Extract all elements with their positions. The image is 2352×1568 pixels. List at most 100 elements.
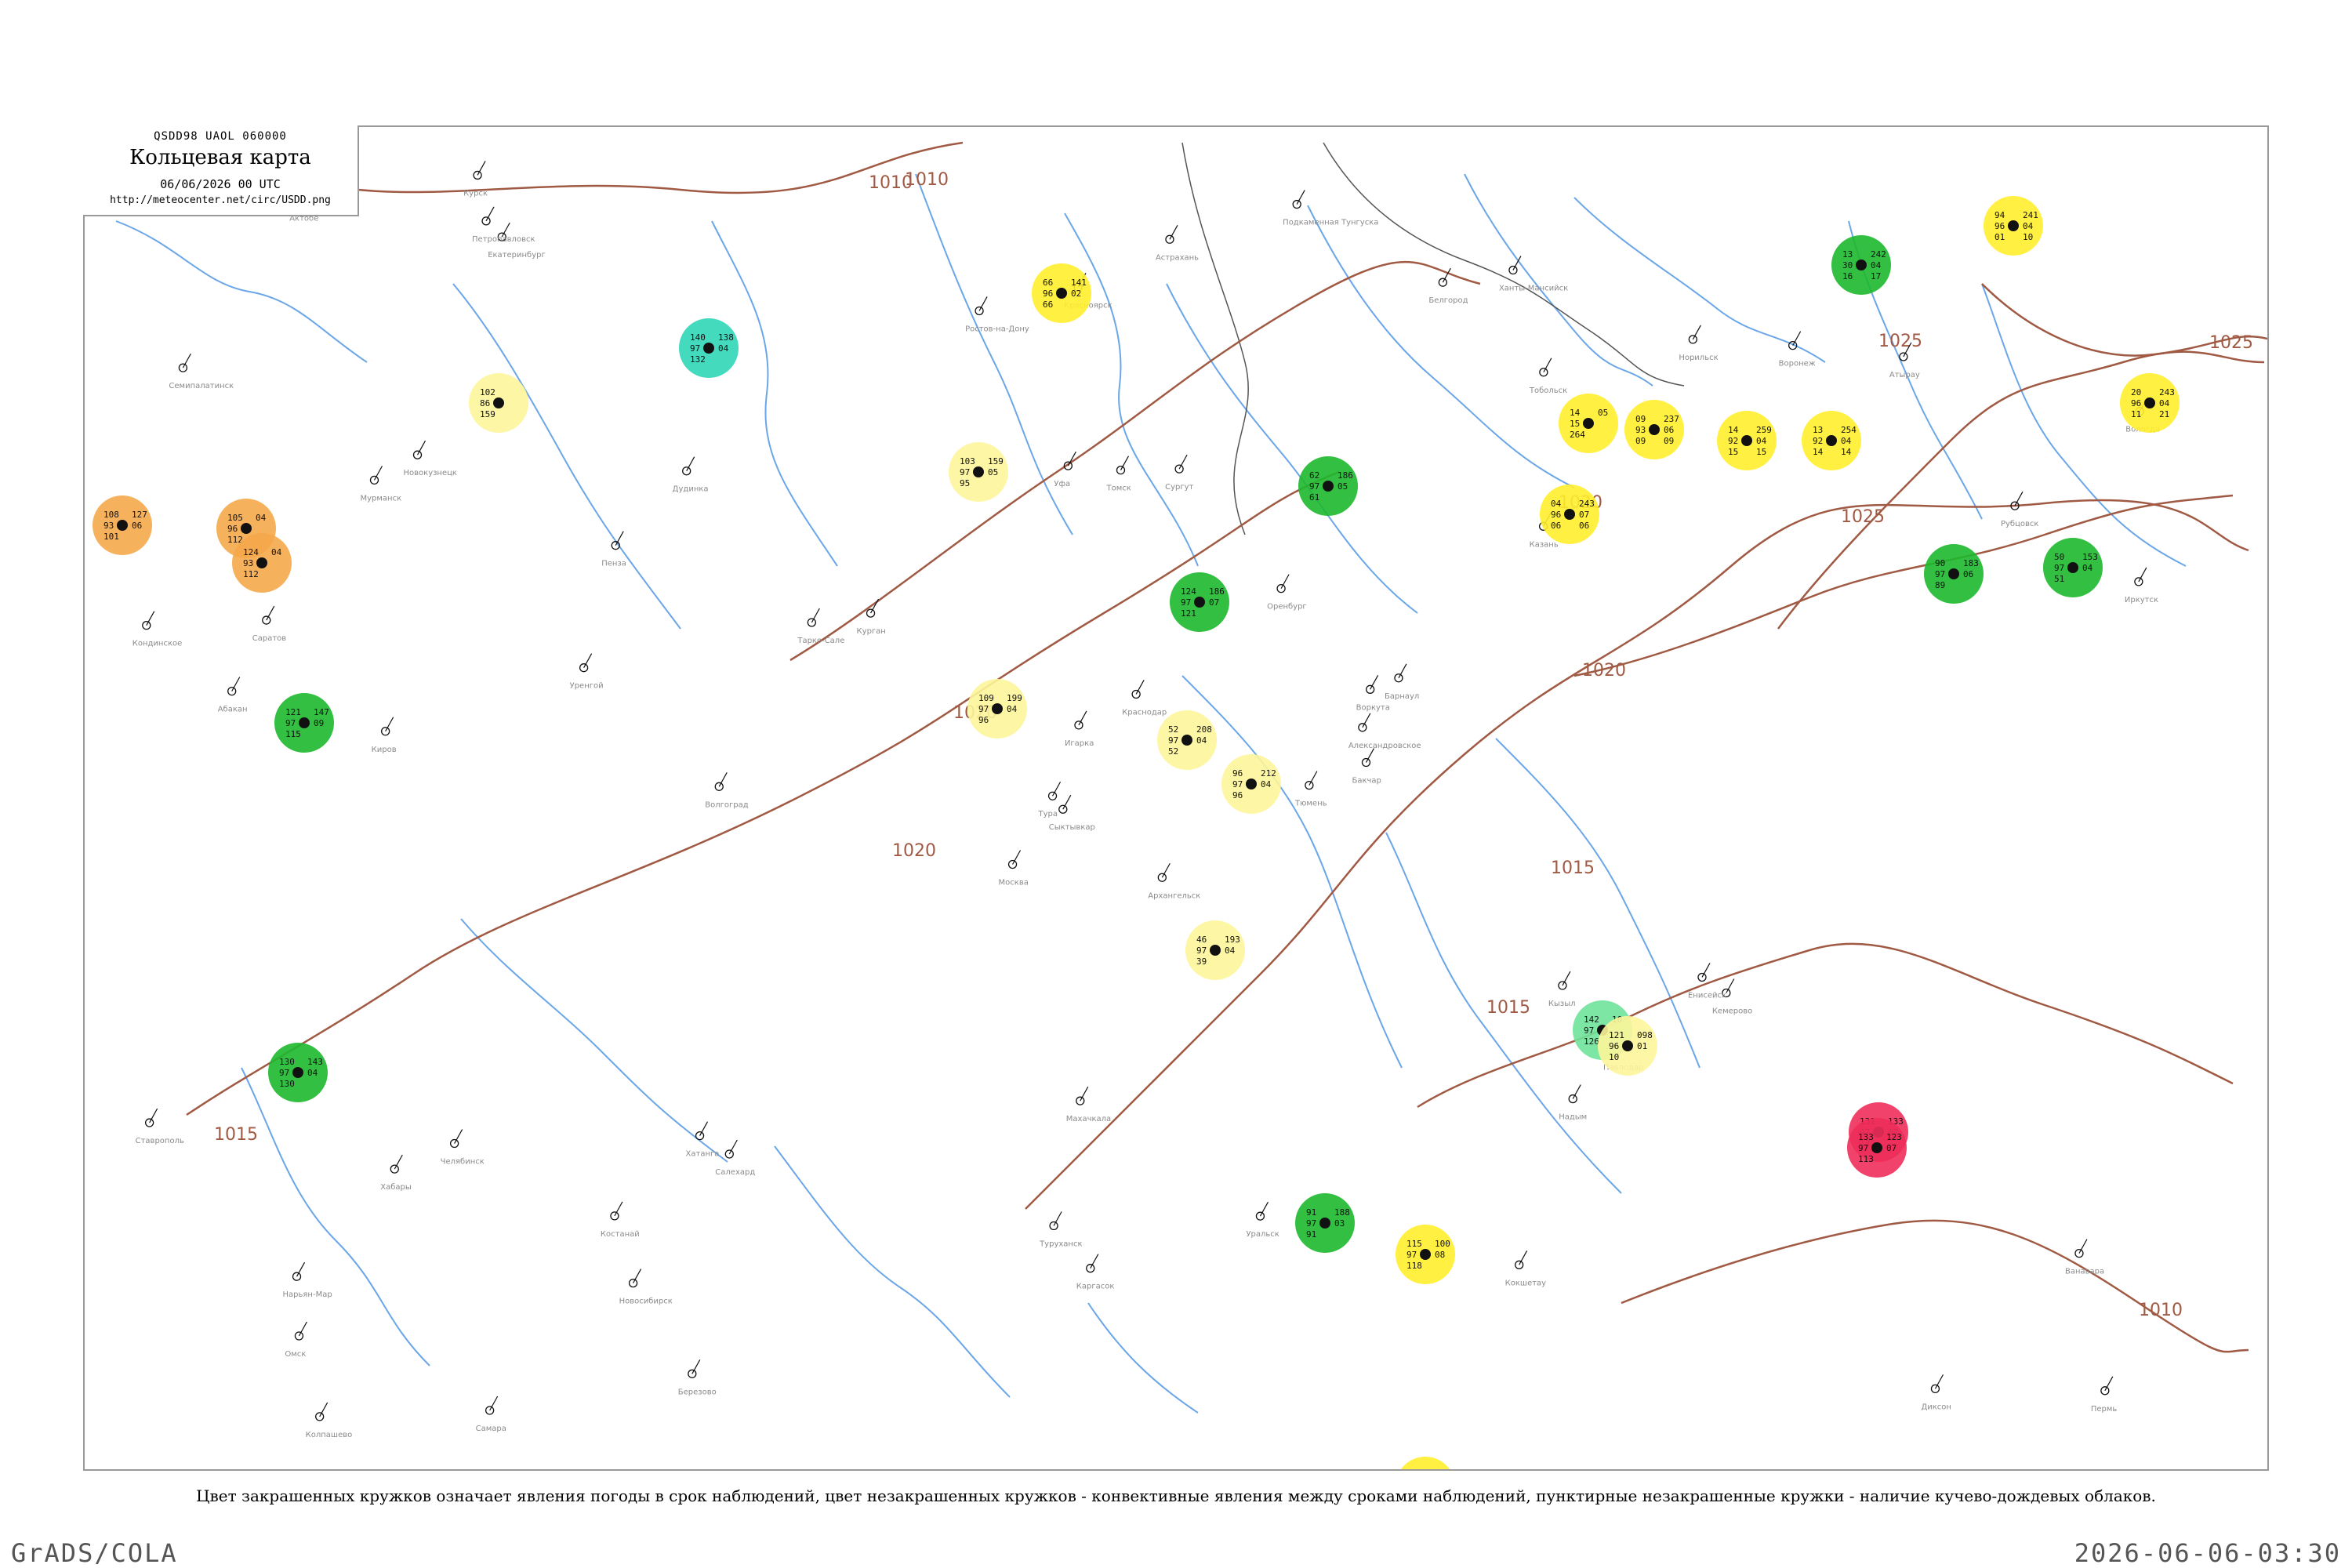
station-value: 159 — [988, 456, 1004, 466]
station-value: 183 — [1963, 558, 1979, 568]
station-value: 13 — [1813, 425, 1823, 435]
station-value: 95 — [960, 478, 970, 488]
station-marker[interactable]: 669666 14102 — [1032, 263, 1091, 323]
station-marker[interactable]: 949601 2410410 — [1984, 196, 2043, 256]
station-dot — [1564, 509, 1575, 520]
station-dot — [299, 717, 310, 728]
river — [452, 283, 681, 630]
station-value: 04 — [2082, 563, 2093, 573]
station-symbol — [1157, 873, 1167, 882]
station-dot — [292, 1067, 303, 1078]
station-name: Атырау — [1889, 371, 1920, 379]
station-marker[interactable]: 14097132 13804 — [679, 318, 739, 378]
station-symbol — [975, 306, 984, 316]
station-marker[interactable]: 1415264 05 — [1559, 394, 1618, 453]
wind-barb — [615, 531, 624, 546]
station-name: Бакчар — [1352, 777, 1381, 786]
station-marker[interactable]: 919791 18803 — [1295, 1193, 1355, 1253]
station-marker[interactable]: 13397113 12307 — [1847, 1118, 1907, 1178]
station-marker[interactable]: 209611 2430421 — [2120, 373, 2180, 433]
station-marker[interactable]: 909789 18306 — [1924, 544, 1984, 604]
river — [711, 220, 838, 567]
map-url[interactable]: http://meteocenter.net/circ/USDD.png — [83, 194, 358, 206]
station-name: Махачкала — [1066, 1115, 1111, 1123]
wind-barb — [583, 653, 593, 668]
station-marker[interactable]: 133016 2420417 — [1831, 235, 1891, 295]
station-marker[interactable]: 1392142540414 — [1802, 411, 1861, 470]
station-value: 97 — [1406, 1250, 1417, 1260]
station-marker[interactable]: 1492152590415 — [1717, 411, 1777, 470]
station-value: 02 — [1071, 289, 1081, 299]
footer-timestamp: 2026-06-06-03:30 — [2074, 1538, 2341, 1568]
station-marker[interactable]: 11597118 10008 — [1396, 1225, 1455, 1284]
station-marker[interactable]: 60976012902 — [1396, 1457, 1455, 1469]
wind-barb — [1161, 862, 1171, 878]
station-symbol — [142, 621, 151, 630]
station-value: 50 — [2054, 552, 2064, 562]
station-value: 04 — [1225, 946, 1236, 956]
station-value: 141 — [1071, 278, 1087, 288]
station-value: 94 — [1994, 210, 2005, 220]
wind-barb — [1398, 663, 1407, 679]
station-marker[interactable]: 12197115 14709 — [274, 693, 334, 753]
station-plot: Абакан — [218, 677, 248, 714]
station-plot: Новосибирск — [619, 1269, 673, 1306]
station-value: 01 — [1637, 1041, 1647, 1051]
station-name: Абакан — [218, 706, 248, 714]
isobar-label: 1020 — [1582, 661, 1626, 681]
station-marker[interactable]: 1039795 15905 — [949, 442, 1008, 502]
station-value: 186 — [1338, 470, 1353, 481]
station-value: 237 — [1664, 414, 1679, 424]
wind-barb — [1370, 675, 1379, 690]
station-name: Саратов — [252, 634, 287, 643]
station-value: 102 — [480, 387, 495, 397]
station-marker[interactable]: 0993092370609 — [1624, 400, 1684, 459]
station-marker[interactable]: 10286159 — [469, 373, 528, 433]
station-marker[interactable]: 0496062430706 — [1540, 485, 1599, 544]
station-marker[interactable]: 10893101 12706 — [93, 495, 152, 555]
station-plot: Воронеж — [1779, 331, 1816, 368]
station-plot: Архангельск — [1148, 862, 1200, 900]
station-value: 124 — [243, 547, 259, 557]
station-marker[interactable]: 13097130 14304 — [268, 1043, 328, 1102]
station-value: 96 — [1232, 768, 1243, 779]
station-value: 93 — [243, 558, 253, 568]
station-value: 08 — [1435, 1250, 1445, 1260]
station-value: 188 — [1334, 1207, 1350, 1218]
station-name: Кемерово — [1712, 1007, 1752, 1016]
wind-barb — [1726, 978, 1735, 993]
station-value: 05 — [1338, 481, 1348, 492]
station-marker[interactable]: 12493112 04 — [232, 533, 292, 593]
station-name: Березово — [678, 1388, 717, 1396]
station-marker[interactable]: 1219610 09801 — [1598, 1016, 1657, 1076]
station-name: Киров — [372, 746, 397, 754]
station-value: 39 — [1196, 956, 1207, 967]
station-value: 04 — [1551, 499, 1562, 509]
station-name: Колпашево — [306, 1431, 353, 1439]
wind-barb — [614, 1201, 623, 1217]
wind-barb — [1362, 713, 1371, 728]
station-value: 97 — [1232, 779, 1243, 789]
station-marker[interactable]: 969796 21204 — [1221, 754, 1281, 814]
station-marker[interactable]: 469739 19304 — [1185, 920, 1245, 980]
station-value: 153 — [2082, 552, 2098, 562]
station-marker[interactable]: 509751 15304 — [2043, 538, 2103, 597]
station-value: 14 — [1813, 447, 1824, 457]
station-dot — [1856, 260, 1867, 270]
station-marker[interactable]: 629761 18605 — [1298, 456, 1358, 516]
station-value: 142 — [1584, 1014, 1599, 1025]
station-name: Рубцовск — [2001, 520, 2038, 528]
station-plot: Уренгой — [570, 653, 604, 691]
station-plot: Сургут — [1165, 454, 1194, 492]
station-value: 143 — [307, 1057, 323, 1067]
station-value: 133 — [1858, 1132, 1874, 1142]
station-value: 46 — [1196, 935, 1207, 945]
wind-barb — [978, 296, 988, 311]
station-marker[interactable]: 529752 20804 — [1157, 710, 1217, 770]
station-plot: Оренбург — [1267, 574, 1307, 612]
station-plot: Астрахань — [1156, 224, 1199, 262]
station-value: 109 — [978, 693, 994, 703]
station-dot — [1319, 1218, 1330, 1229]
station-marker[interactable]: 1099796 19904 — [967, 679, 1027, 739]
station-marker[interactable]: 12497121 18607 — [1170, 572, 1229, 632]
